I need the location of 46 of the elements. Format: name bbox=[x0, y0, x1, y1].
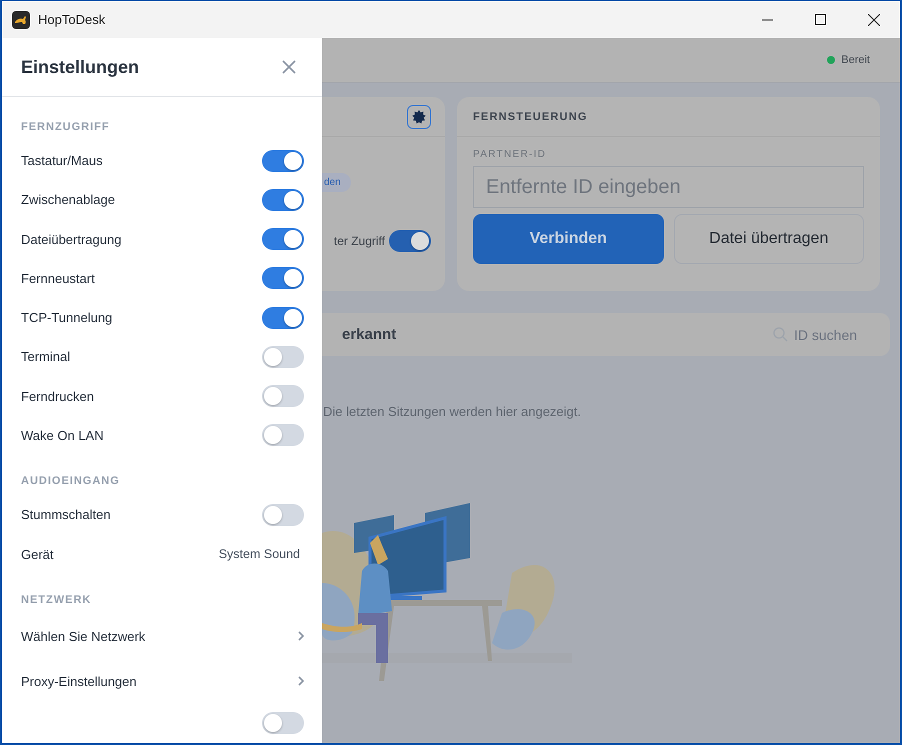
toggle-switch[interactable] bbox=[389, 230, 431, 252]
toggle-switch[interactable] bbox=[262, 150, 304, 172]
toggle-switch[interactable] bbox=[262, 188, 304, 211]
gear-icon bbox=[412, 110, 426, 124]
section-heading: FERNZUGRIFF bbox=[20, 120, 111, 135]
card-heading: FERNSTEUERUNG bbox=[473, 110, 588, 122]
settings-button[interactable] bbox=[407, 104, 431, 128]
toggle-switch[interactable] bbox=[262, 712, 304, 734]
file-transfer-button[interactable]: Datei übertragen bbox=[674, 214, 864, 264]
toggle-switch[interactable] bbox=[262, 504, 304, 526]
setting-label: Fernneustart bbox=[21, 270, 95, 286]
toggle-switch[interactable] bbox=[262, 385, 304, 408]
connect-button[interactable]: Verbinden bbox=[473, 214, 664, 264]
setting-label: Dateiübertragung bbox=[21, 232, 122, 247]
panel-title: Einstellungen bbox=[21, 56, 140, 78]
setting-label: Zwischenablage bbox=[21, 192, 115, 208]
window-title: HopToDesk bbox=[38, 12, 106, 27]
setting-label: Ferndrucken bbox=[21, 388, 94, 404]
setting-label: Gerät bbox=[21, 546, 54, 562]
toggle-switch[interactable] bbox=[262, 267, 304, 290]
toggle-switch[interactable] bbox=[262, 424, 304, 446]
chevron-right-icon[interactable] bbox=[298, 631, 304, 642]
toggle-switch[interactable] bbox=[262, 346, 304, 368]
setting-label[interactable]: Proxy-Einstellungen bbox=[21, 674, 137, 689]
setting-label: ter Zugriff bbox=[334, 234, 385, 248]
setting-value[interactable]: System Sound bbox=[218, 547, 304, 562]
section-heading: NETZWERK bbox=[20, 592, 92, 608]
empty-message: Die letzten Sitzungen werden hier angezeigt. bbox=[322, 403, 582, 421]
setting-label: TCP-Tunnelung bbox=[21, 310, 112, 326]
status-chip: den bbox=[322, 173, 351, 192]
chevron-right-icon[interactable] bbox=[298, 676, 304, 686]
setting-label: Terminal bbox=[21, 349, 70, 364]
app-logo-icon bbox=[12, 10, 30, 28]
setting-label: Tastatur/Maus bbox=[21, 153, 103, 168]
search-field[interactable]: ID suchen bbox=[794, 326, 864, 342]
status-label: Bereit bbox=[841, 54, 870, 66]
toggle-switch[interactable] bbox=[262, 228, 304, 250]
partner-id-field[interactable]: Entfernte ID eingeben bbox=[473, 166, 864, 208]
setting-label: Stummschalten bbox=[21, 507, 111, 522]
setting-label: Wake On LAN bbox=[21, 428, 104, 443]
section-heading: AUDIOEINGANG bbox=[20, 474, 121, 490]
field-label: PARTNER-ID bbox=[473, 149, 548, 160]
close-icon[interactable] bbox=[282, 60, 296, 74]
toggle-switch[interactable] bbox=[262, 306, 304, 329]
setting-label[interactable]: Wählen Sie Netzwerk bbox=[21, 628, 146, 644]
sessions-title: erkannt bbox=[342, 326, 396, 343]
